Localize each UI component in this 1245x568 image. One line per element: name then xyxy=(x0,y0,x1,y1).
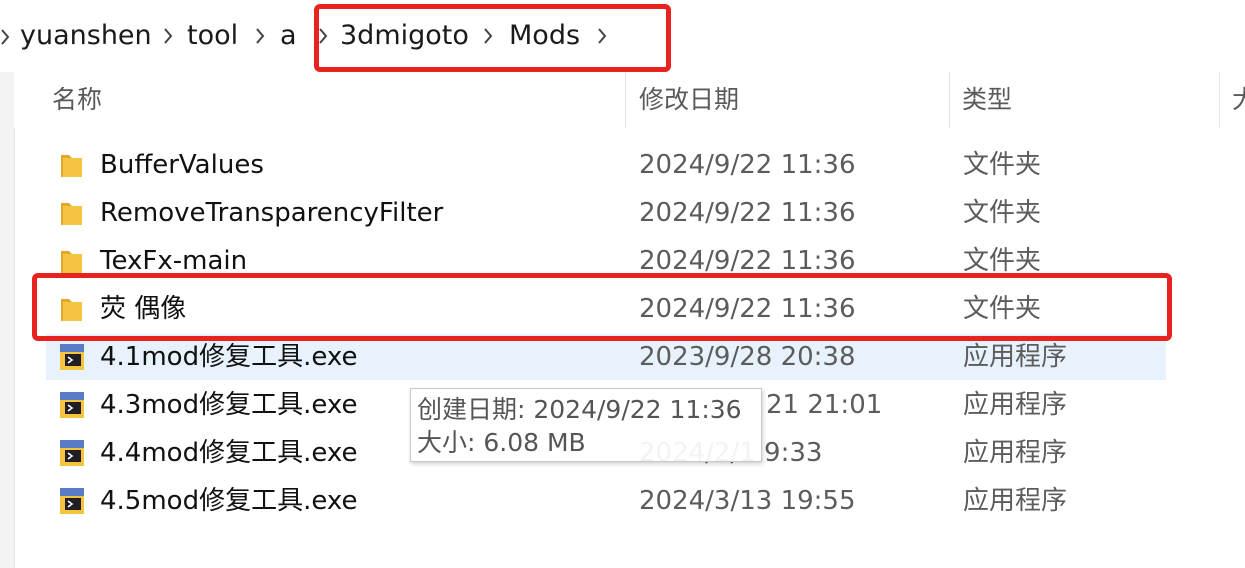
chevron-right-icon xyxy=(1,29,10,45)
folder-icon xyxy=(61,155,82,177)
breadcrumb-item-3dmigoto[interactable]: 3dmigoto xyxy=(340,16,469,56)
file-type: 应用程序 xyxy=(963,438,1068,468)
file-date-modified: 2024/9/22 11:36 xyxy=(639,246,856,276)
column-divider[interactable] xyxy=(949,72,950,128)
file-date-modified: 2024/9/22 11:36 xyxy=(639,198,856,228)
list-item[interactable]: 荧 偶像 2024/9/22 11:36 文件夹 xyxy=(46,286,1166,332)
file-tooltip: 创建日期: 2024/9/22 11:36 大小: 6.08 MB xyxy=(410,388,762,462)
folder-icon xyxy=(61,203,82,225)
column-divider[interactable] xyxy=(1219,72,1220,128)
file-type: 应用程序 xyxy=(963,390,1068,420)
breadcrumb-item-a[interactable]: a xyxy=(280,16,297,56)
column-header-row: 名称 修改日期 类型 大 xyxy=(14,72,1245,128)
exe-icon xyxy=(60,488,84,514)
file-name: 4.5mod修复工具.exe xyxy=(100,486,358,516)
list-item[interactable]: TexFx-main 2024/9/22 11:36 文件夹 xyxy=(46,238,1166,284)
file-date-modified: 2024/9/22 11:36 xyxy=(639,294,856,324)
file-name: TexFx-main xyxy=(100,246,248,276)
column-header-date-modified[interactable]: 修改日期 xyxy=(639,82,739,118)
file-name: 荧 偶像 xyxy=(100,294,187,324)
folder-icon xyxy=(61,299,82,321)
file-name: RemoveTransparencyFilter xyxy=(100,198,444,228)
chevron-right-icon[interactable] xyxy=(597,27,607,45)
chevron-right-icon[interactable] xyxy=(318,27,328,45)
file-type: 文件夹 xyxy=(963,294,1042,324)
breadcrumb: yuanshen tool a 3dmigoto Mods xyxy=(0,0,1245,73)
file-type: 文件夹 xyxy=(963,246,1042,276)
tooltip-created-date: 创建日期: 2024/9/22 11:36 xyxy=(417,395,742,424)
file-type: 应用程序 xyxy=(963,486,1068,516)
file-name: 4.1mod修复工具.exe xyxy=(100,342,358,372)
file-date-modified: 2024/3/13 19:55 xyxy=(639,486,856,516)
column-header-name[interactable]: 名称 xyxy=(52,82,102,118)
list-item[interactable]: BufferValues 2024/9/22 11:36 文件夹 xyxy=(46,142,1166,188)
exe-icon xyxy=(60,344,84,370)
file-type: 应用程序 xyxy=(963,342,1068,372)
exe-icon xyxy=(60,392,84,418)
list-item[interactable]: 4.5mod修复工具.exe 2024/3/13 19:55 应用程序 xyxy=(46,478,1166,524)
file-type: 文件夹 xyxy=(963,150,1042,180)
chevron-right-icon[interactable] xyxy=(483,27,493,45)
left-pane-edge xyxy=(0,72,15,568)
file-name: 4.3mod修复工具.exe xyxy=(100,390,358,420)
file-date-modified: 21 21:01 xyxy=(766,390,883,420)
column-divider[interactable] xyxy=(625,72,626,128)
file-type: 文件夹 xyxy=(963,198,1042,228)
chevron-right-icon[interactable] xyxy=(163,27,173,45)
list-item[interactable]: RemoveTransparencyFilter 2024/9/22 11:36… xyxy=(46,190,1166,236)
file-date-modified: 2024/9/22 11:36 xyxy=(639,150,856,180)
tooltip-size: 大小: 6.08 MB xyxy=(417,428,586,457)
column-header-type[interactable]: 类型 xyxy=(962,82,1012,118)
chevron-right-icon[interactable] xyxy=(255,27,265,45)
breadcrumb-item-tool[interactable]: tool xyxy=(187,16,238,56)
file-name: 4.4mod修复工具.exe xyxy=(100,438,358,468)
file-date-modified: 2023/9/28 20:38 xyxy=(639,342,856,372)
file-name: BufferValues xyxy=(100,150,264,180)
list-item[interactable]: 4.1mod修复工具.exe 2023/9/28 20:38 应用程序 xyxy=(46,334,1166,380)
breadcrumb-item-yuanshen[interactable]: yuanshen xyxy=(20,16,152,56)
breadcrumb-item-mods[interactable]: Mods xyxy=(509,16,580,56)
column-header-size[interactable]: 大 xyxy=(1232,82,1245,118)
exe-icon xyxy=(60,440,84,466)
folder-icon xyxy=(61,251,82,273)
file-explorer-window: yuanshen tool a 3dmigoto Mods 名称 修改日期 类型… xyxy=(0,0,1245,568)
